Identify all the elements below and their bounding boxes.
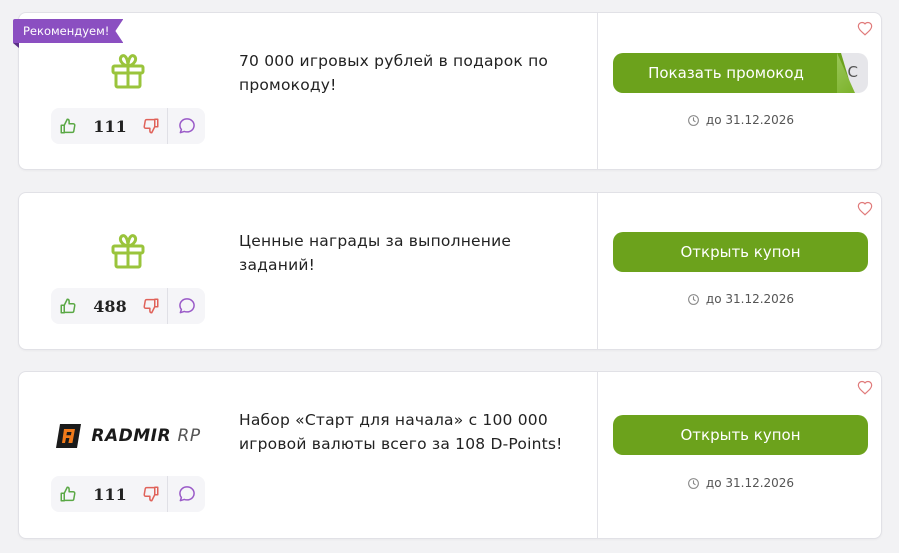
gift-icon [111,234,145,269]
coupon-card: 488 Ценные награды за выполнение заданий… [18,192,882,350]
coupon-logo[interactable] [51,43,205,99]
thumbs-up-icon[interactable] [51,117,85,135]
thumbs-up-icon[interactable] [51,485,85,503]
coupon-description[interactable]: 70 000 игровых рублей в подарок по промо… [239,49,579,97]
divider [597,193,598,349]
open-coupon-button[interactable]: Открыть купон [613,415,868,455]
show-promo-label: Показать промокод [613,53,853,93]
promo-code-peek: C [847,63,858,81]
favorite-heart-icon[interactable] [857,380,873,399]
clock-icon [687,114,699,126]
recommended-badge: Рекомендуем! [13,19,123,43]
radmir-wordmark: RADMIR RP [91,426,200,446]
radmir-logo: RADMIR RP [55,423,200,449]
vote-panel: 111 [51,476,205,512]
expiry-date: до 31.12.2026 [613,476,868,490]
thumbs-up-icon[interactable] [51,297,85,315]
expiry-date: до 31.12.2026 [613,292,868,306]
like-count: 111 [93,116,127,136]
coupon-description[interactable]: Ценные награды за выполнение заданий! [239,229,579,277]
clock-icon [687,477,699,489]
like-count: 111 [93,484,127,504]
divider [597,372,598,538]
comment-icon[interactable] [168,296,205,316]
vote-panel: 488 [51,288,205,324]
vote-panel: 111 [51,108,205,144]
thumbs-down-icon[interactable] [135,297,167,315]
divider [597,13,598,169]
gift-icon [111,54,145,89]
expiry-text: до 31.12.2026 [705,476,795,490]
clock-icon [687,293,699,305]
thumbs-down-icon[interactable] [135,485,167,503]
show-promo-button[interactable]: C Показать промокод [613,53,868,93]
coupon-card: RADMIR RP 111 Набор «Старт для начала» с… [18,371,882,539]
radmir-suffix: RP [177,426,201,446]
open-coupon-button[interactable]: Открыть купон [613,232,868,272]
expiry-text: до 31.12.2026 [705,113,795,127]
radmir-text: RADMIR [91,426,172,446]
badge-fold [13,43,19,48]
radmir-emblem-icon [56,424,82,448]
coupon-card: 111 70 000 игровых рублей в подарок по п… [18,12,882,170]
expiry-date: до 31.12.2026 [613,113,868,127]
expiry-text: до 31.12.2026 [705,292,795,306]
coupon-logo[interactable]: RADMIR RP [51,408,205,464]
coupon-description[interactable]: Набор «Старт для начала» с 100 000 игров… [239,408,579,456]
comment-icon[interactable] [168,484,205,504]
favorite-heart-icon[interactable] [857,21,873,40]
coupon-logo[interactable] [51,223,205,279]
favorite-heart-icon[interactable] [857,201,873,220]
comment-icon[interactable] [168,116,205,136]
like-count: 488 [93,296,127,316]
thumbs-down-icon[interactable] [135,117,167,135]
